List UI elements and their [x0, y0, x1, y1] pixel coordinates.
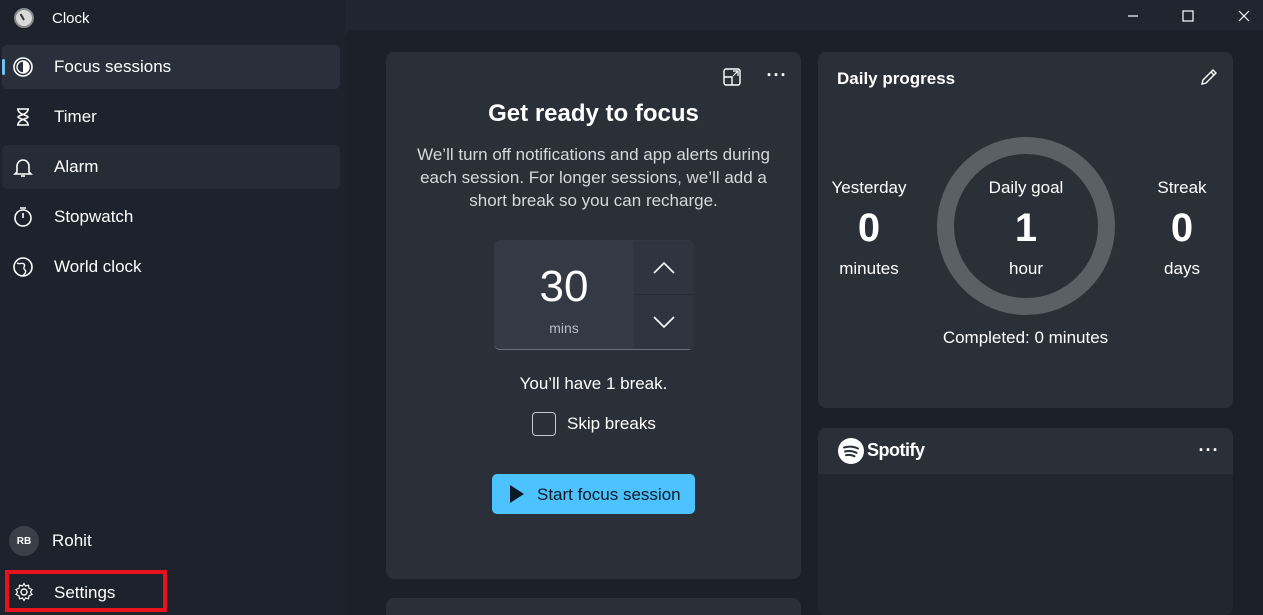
decrease-duration-button[interactable]	[634, 295, 694, 349]
completed-text: Completed: 0 minutes	[942, 328, 1109, 347]
focus-description: We’ll turn off notifications and app ale…	[417, 145, 770, 210]
sidebar-item-world-clock[interactable]: World clock	[2, 245, 340, 289]
sidebar-item-timer[interactable]: Timer	[2, 95, 340, 139]
stopwatch-icon	[12, 206, 34, 228]
clock-app-icon	[14, 8, 34, 28]
sidebar-item-label: Focus sessions	[54, 57, 172, 76]
chevron-down-icon	[653, 316, 675, 328]
yesterday-label: Yesterday	[831, 178, 907, 197]
selected-indicator	[2, 59, 5, 75]
daily-progress-title: Daily progress	[837, 69, 956, 88]
sidebar-item-focus-sessions[interactable]: Focus sessions	[2, 45, 340, 89]
increase-duration-button[interactable]	[634, 241, 694, 295]
gear-icon[interactable]	[14, 582, 34, 602]
sidebar-item-label: World clock	[54, 257, 142, 276]
sidebar-item-label: Stopwatch	[54, 207, 134, 226]
globe-icon	[12, 256, 34, 278]
spotify-card-body	[818, 474, 1233, 615]
yesterday-value: 0	[857, 206, 881, 250]
break-info: You’ll have 1 break.	[519, 374, 668, 393]
sidebar-item-stopwatch[interactable]: Stopwatch	[2, 195, 340, 239]
user-name[interactable]: Rohit	[52, 531, 92, 551]
skip-breaks-label[interactable]: Skip breaks	[567, 414, 656, 434]
spotify-label: Spotify	[867, 440, 925, 460]
tasks-card	[386, 598, 801, 615]
maximize-button[interactable]	[1178, 6, 1198, 26]
sidebar: Clock Focus sessions Timer Alarm Stopwat…	[0, 0, 345, 615]
sidebar-item-alarm[interactable]: Alarm	[2, 145, 340, 189]
chevron-up-icon	[653, 261, 675, 274]
hourglass-icon	[12, 106, 34, 128]
edit-pencil-icon[interactable]	[1198, 66, 1220, 88]
more-options-icon[interactable]: ···	[765, 64, 789, 86]
skip-breaks-checkbox[interactable]	[532, 412, 556, 436]
focus-icon	[12, 56, 34, 78]
streak-unit: days	[1164, 259, 1200, 278]
streak-value: 0	[1170, 206, 1194, 250]
clock-app-window: Clock Focus sessions Timer Alarm Stopwat…	[0, 0, 1263, 615]
focus-title: Get ready to focus	[488, 100, 699, 127]
daily-goal-label: Daily goal	[988, 178, 1064, 197]
duration-unit: mins	[549, 320, 579, 336]
start-focus-session-button[interactable]: Start focus session	[492, 474, 695, 514]
compact-overlay-icon[interactable]	[721, 66, 743, 88]
settings-button[interactable]: Settings	[54, 583, 115, 603]
spotify-icon	[838, 438, 864, 464]
sidebar-item-label: Timer	[54, 107, 97, 126]
close-button[interactable]	[1234, 6, 1254, 26]
sidebar-item-label: Alarm	[54, 157, 99, 176]
avatar[interactable]: RB	[9, 526, 39, 556]
daily-goal-value: 1	[1014, 206, 1038, 250]
streak-label: Streak	[1157, 178, 1207, 197]
app-title: Clock	[52, 10, 90, 27]
minimize-button[interactable]	[1123, 6, 1143, 26]
bell-icon	[12, 156, 34, 178]
start-focus-session-label: Start focus session	[537, 485, 681, 504]
duration-value[interactable]: 30	[494, 262, 634, 312]
spotify-more-options-icon[interactable]: ···	[1197, 439, 1221, 461]
play-icon	[510, 485, 524, 503]
daily-goal-unit: hour	[1008, 259, 1044, 278]
yesterday-unit: minutes	[839, 259, 899, 278]
